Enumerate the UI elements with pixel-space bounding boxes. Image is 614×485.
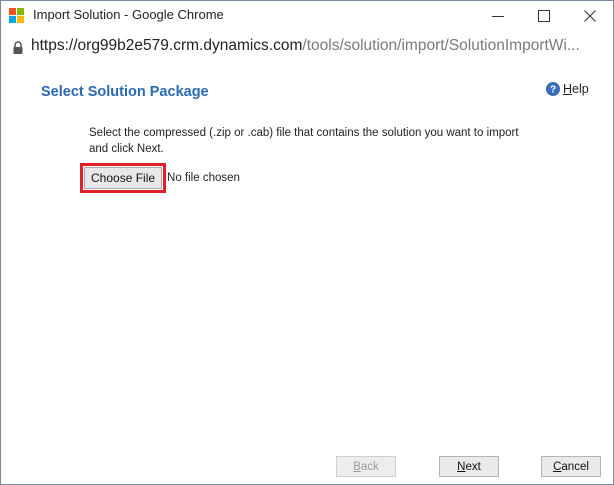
minimize-icon bbox=[492, 16, 504, 17]
lock-icon bbox=[13, 41, 23, 54]
file-status-text: No file chosen bbox=[167, 172, 240, 184]
browser-window: Import Solution - Google Chrome https://… bbox=[0, 0, 614, 485]
choose-file-highlight: Choose File bbox=[80, 163, 167, 193]
page-content: Select Solution Package ? Help Select th… bbox=[1, 63, 613, 484]
choose-file-button[interactable]: Choose File bbox=[84, 167, 163, 189]
cancel-button[interactable]: Cancel bbox=[541, 456, 601, 477]
maximize-icon bbox=[538, 10, 550, 22]
page-title: Select Solution Package bbox=[41, 84, 209, 100]
next-button[interactable]: Next bbox=[439, 456, 499, 477]
close-icon bbox=[584, 10, 596, 22]
instructions-text: Select the compressed (.zip or .cab) fil… bbox=[89, 127, 519, 155]
back-accel: B bbox=[353, 460, 361, 473]
url-host: https://org99b2e579.crm.dynamics.com bbox=[31, 37, 302, 54]
window-title: Import Solution - Google Chrome bbox=[33, 7, 224, 22]
back-button[interactable]: Back bbox=[336, 456, 396, 477]
close-window-button[interactable] bbox=[567, 1, 613, 31]
help-link[interactable]: ? Help bbox=[546, 82, 589, 96]
url-path: /tools/solution/import/SolutionImportWi.… bbox=[302, 37, 580, 54]
next-rest: ext bbox=[465, 460, 481, 473]
maximize-button[interactable] bbox=[521, 1, 567, 31]
help-accel: H bbox=[563, 82, 573, 96]
title-bar[interactable]: Import Solution - Google Chrome bbox=[1, 1, 613, 31]
back-rest: ack bbox=[360, 460, 379, 473]
microsoft-logo-icon bbox=[9, 8, 25, 24]
question-circle-icon: ? bbox=[546, 82, 560, 96]
url-scheme: https:// bbox=[31, 37, 78, 54]
address-bar[interactable]: https://org99b2e579.crm.dynamics.com/too… bbox=[1, 31, 613, 63]
url-text[interactable]: https://org99b2e579.crm.dynamics.com/too… bbox=[31, 37, 607, 55]
cancel-rest: ancel bbox=[561, 460, 589, 473]
url-hostname: org99b2e579.crm.dynamics.com bbox=[77, 37, 303, 54]
help-label: Help bbox=[563, 82, 589, 96]
help-rest: elp bbox=[572, 82, 589, 96]
minimize-button[interactable] bbox=[475, 1, 521, 31]
file-input-row: Choose File No file chosen bbox=[80, 163, 240, 193]
svg-text:?: ? bbox=[550, 85, 556, 96]
